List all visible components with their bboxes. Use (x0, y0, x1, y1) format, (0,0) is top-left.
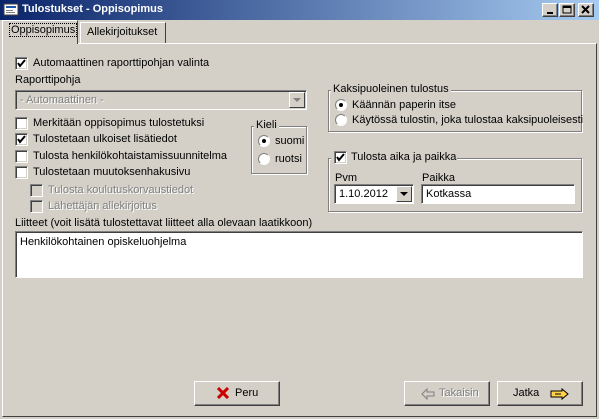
sender-signature-label: Lähettäjän allekirjoitus (48, 200, 157, 212)
next-button-label: Jatka (513, 387, 540, 399)
duplex-manual-label: Käännän paperin itse (352, 99, 456, 111)
language-radio-swedish[interactable] (258, 153, 270, 165)
appeal-page-checkbox[interactable] (15, 166, 28, 179)
duplex-radio-printer[interactable] (335, 114, 347, 126)
auto-template-checkbox[interactable] (15, 57, 28, 70)
maximize-button[interactable] (559, 3, 575, 17)
time-place-legend: Tulosta aika ja paikka (331, 151, 457, 165)
template-dropdown-button[interactable] (289, 92, 305, 108)
template-label: Raporttipohja (15, 74, 81, 86)
chevron-down-icon (293, 98, 301, 102)
mark-printed-label: Merkitään oppisopimus tulostetuksi (33, 117, 205, 129)
title-bar[interactable]: Tulostukset - Oppisopimus (0, 0, 599, 20)
minimize-button[interactable] (542, 3, 558, 17)
tab-label: Allekirjoitukset (87, 26, 158, 38)
back-arrow-icon (421, 388, 435, 400)
tab-label: Oppisopimus (9, 23, 78, 37)
pointing-hand-icon (550, 387, 569, 401)
attachments-label: Liitteet (voit lisätä tulostettavat liit… (15, 217, 313, 229)
tab-allekirjoitukset[interactable]: Allekirjoitukset (80, 22, 166, 43)
training-compensation-checkbox[interactable] (30, 184, 43, 197)
print-time-place-label: Tulosta aika ja paikka (351, 151, 457, 163)
mark-printed-checkbox[interactable] (15, 117, 28, 130)
language-group-label: Kieli (254, 119, 279, 131)
template-select[interactable]: - Automaattinen - (15, 90, 307, 110)
training-compensation-label: Tulosta koulutuskorvaustiedot (48, 184, 194, 196)
back-button[interactable]: Takaisin (404, 381, 490, 406)
back-button-label: Takaisin (439, 387, 479, 399)
auto-template-label: Automaattinen raporttipohjan valinta (33, 57, 210, 69)
minimize-icon (547, 12, 553, 14)
language-radio-finnish[interactable] (258, 135, 270, 147)
duplex-group-label: Kaksipuoleinen tulostus (331, 83, 451, 95)
checkmark-icon (17, 59, 26, 68)
print-dialog-window: Tulostukset - Oppisopimus Oppisopimus Al… (0, 0, 599, 419)
date-select[interactable]: 1.10.2012 (334, 184, 414, 204)
cancel-button-label: Peru (235, 387, 259, 399)
close-button[interactable] (578, 3, 594, 17)
sender-signature-checkbox[interactable] (30, 200, 43, 213)
radio-dot (262, 139, 266, 143)
duplex-printer-label: Käytössä tulostin, joka tulostaa kaksipu… (352, 114, 584, 126)
close-icon (581, 5, 590, 14)
print-time-place-checkbox[interactable] (334, 151, 347, 164)
place-input-value: Kotkassa (426, 188, 472, 200)
place-label: Paikka (422, 172, 456, 184)
template-select-value: - Automaattinen - (20, 94, 104, 106)
place-input[interactable]: Kotkassa (421, 184, 575, 204)
cancel-button[interactable]: Peru (194, 381, 280, 406)
checkmark-icon (17, 135, 26, 144)
attachments-text: Henkilökohtainen opiskeluohjelma (20, 236, 187, 248)
date-select-value: 1.10.2012 (339, 188, 388, 200)
appeal-page-label: Tulostetaan muutoksenhakusivu (33, 166, 191, 178)
checkmark-icon (336, 153, 345, 162)
external-info-label: Tulostetaan ulkoiset lisätiedot (33, 133, 177, 145)
chevron-down-icon (400, 192, 408, 196)
tab-bar: Oppisopimus Allekirjoitukset (0, 20, 599, 44)
window-title: Tulostukset - Oppisopimus (22, 3, 163, 15)
language-finnish-label: suomi (275, 135, 305, 147)
cancel-x-icon (217, 387, 229, 399)
date-dropdown-button[interactable] (396, 186, 412, 202)
app-icon (3, 3, 19, 16)
language-swedish-label: ruotsi (275, 153, 302, 165)
date-label: Pvm (335, 172, 357, 184)
radio-dot (339, 103, 343, 107)
tab-oppisopimus[interactable]: Oppisopimus (2, 20, 78, 44)
external-info-checkbox[interactable] (15, 133, 28, 146)
attachments-textarea[interactable]: Henkilökohtainen opiskeluohjelma (15, 231, 583, 278)
language-group (251, 126, 307, 174)
personal-plan-label: Tulosta henkilökohtaistamissuunnitelma (33, 150, 228, 162)
maximize-icon (562, 5, 572, 14)
personal-plan-checkbox[interactable] (15, 150, 28, 163)
duplex-radio-manual[interactable] (335, 99, 347, 111)
next-button[interactable]: Jatka (497, 381, 583, 406)
